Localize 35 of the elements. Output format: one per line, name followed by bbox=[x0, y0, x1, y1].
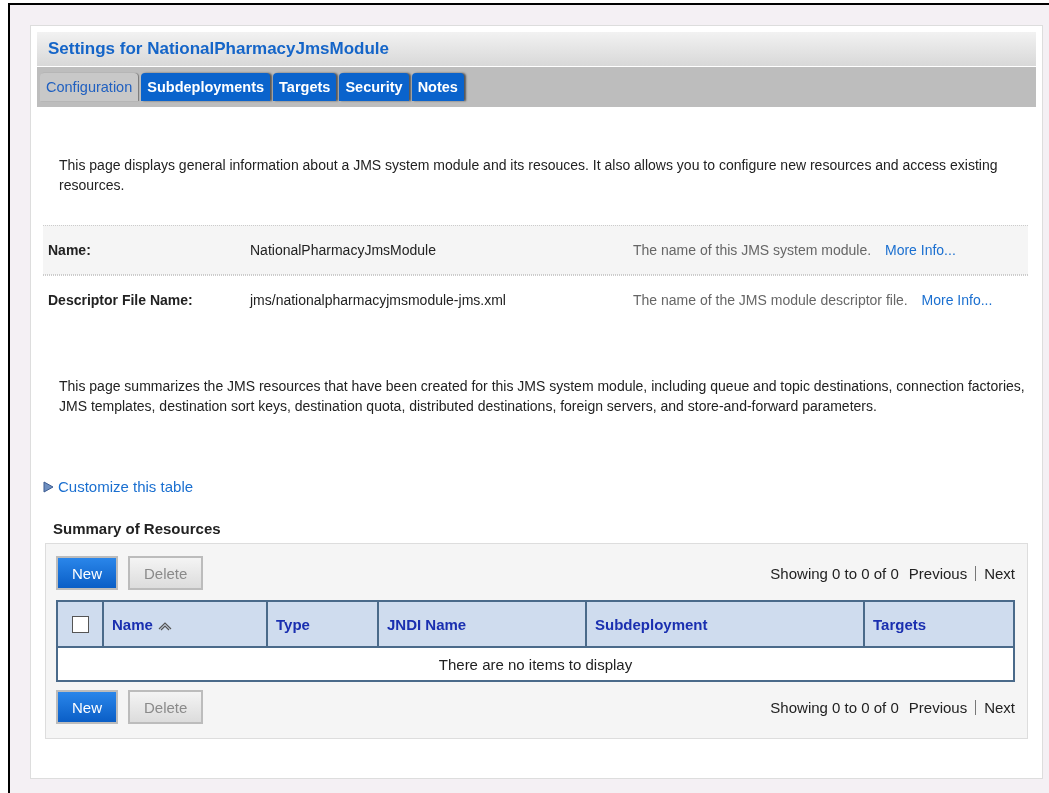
column-header[interactable]: Name bbox=[103, 601, 267, 647]
more-info-link[interactable]: More Info... bbox=[885, 242, 956, 258]
toolbar-button[interactable]: New bbox=[56, 690, 118, 724]
expand-triangle-icon[interactable] bbox=[43, 480, 54, 493]
field-label: Name: bbox=[48, 241, 92, 260]
toolbar-button[interactable]: New bbox=[56, 556, 118, 590]
column-header[interactable]: Type bbox=[267, 601, 378, 647]
tab[interactable]: Subdeployments bbox=[141, 73, 271, 101]
select-all-checkbox[interactable] bbox=[71, 615, 89, 633]
next-link[interactable]: Next bbox=[984, 564, 1015, 582]
more-info-link[interactable]: More Info... bbox=[921, 292, 993, 308]
page-title: Settings for NationalPharmacyJmsModule bbox=[48, 39, 390, 59]
intro-text: This page displays general information about a JMS system module and its resouces. It also allows you to configure new resources and access existing resources. bbox=[59, 156, 999, 195]
column-header[interactable]: JNDI Name bbox=[378, 601, 586, 647]
tab[interactable]: Configuration bbox=[40, 73, 139, 101]
previous-link[interactable]: Previous bbox=[908, 698, 968, 716]
column-header[interactable]: Subdeployment bbox=[586, 601, 864, 647]
summary-text: This page summarizes the JMS resources that have been created for this JMS system module, including queue and topic destinations, connection factories, JMS templates, destination sort keys, destination quota, distributed destinations, foreign servers, and store-and-forward parameters. bbox=[59, 377, 1026, 416]
tab[interactable]: Targets bbox=[273, 73, 337, 101]
field-help-text: The name of this JMS system module. More Info... bbox=[633, 241, 957, 260]
field-value: NationalPharmacyJmsModule bbox=[250, 241, 437, 260]
tab[interactable]: Security bbox=[339, 73, 409, 101]
field-help-text: The name of the JMS module descriptor file. More Info... bbox=[633, 291, 994, 310]
tab[interactable]: Notes bbox=[411, 73, 464, 101]
showing-count: Showing 0 to 0 of 0 bbox=[770, 698, 899, 716]
sort-ascending-icon[interactable] bbox=[156, 620, 173, 631]
empty-message: There are no items to display bbox=[57, 647, 1014, 681]
showing-count: Showing 0 to 0 of 0 bbox=[770, 564, 899, 582]
field-label: Descriptor File Name: bbox=[48, 291, 194, 310]
next-link[interactable]: Next bbox=[984, 698, 1015, 716]
column-header[interactable]: Targets bbox=[864, 601, 1014, 647]
field-value: jms/nationalpharmacyjmsmodule-jms.xml bbox=[250, 291, 507, 310]
section-title: Summary of Resources bbox=[53, 520, 222, 537]
previous-link[interactable]: Previous bbox=[908, 564, 968, 582]
customize-table-link[interactable]: Customize this table bbox=[58, 478, 194, 495]
